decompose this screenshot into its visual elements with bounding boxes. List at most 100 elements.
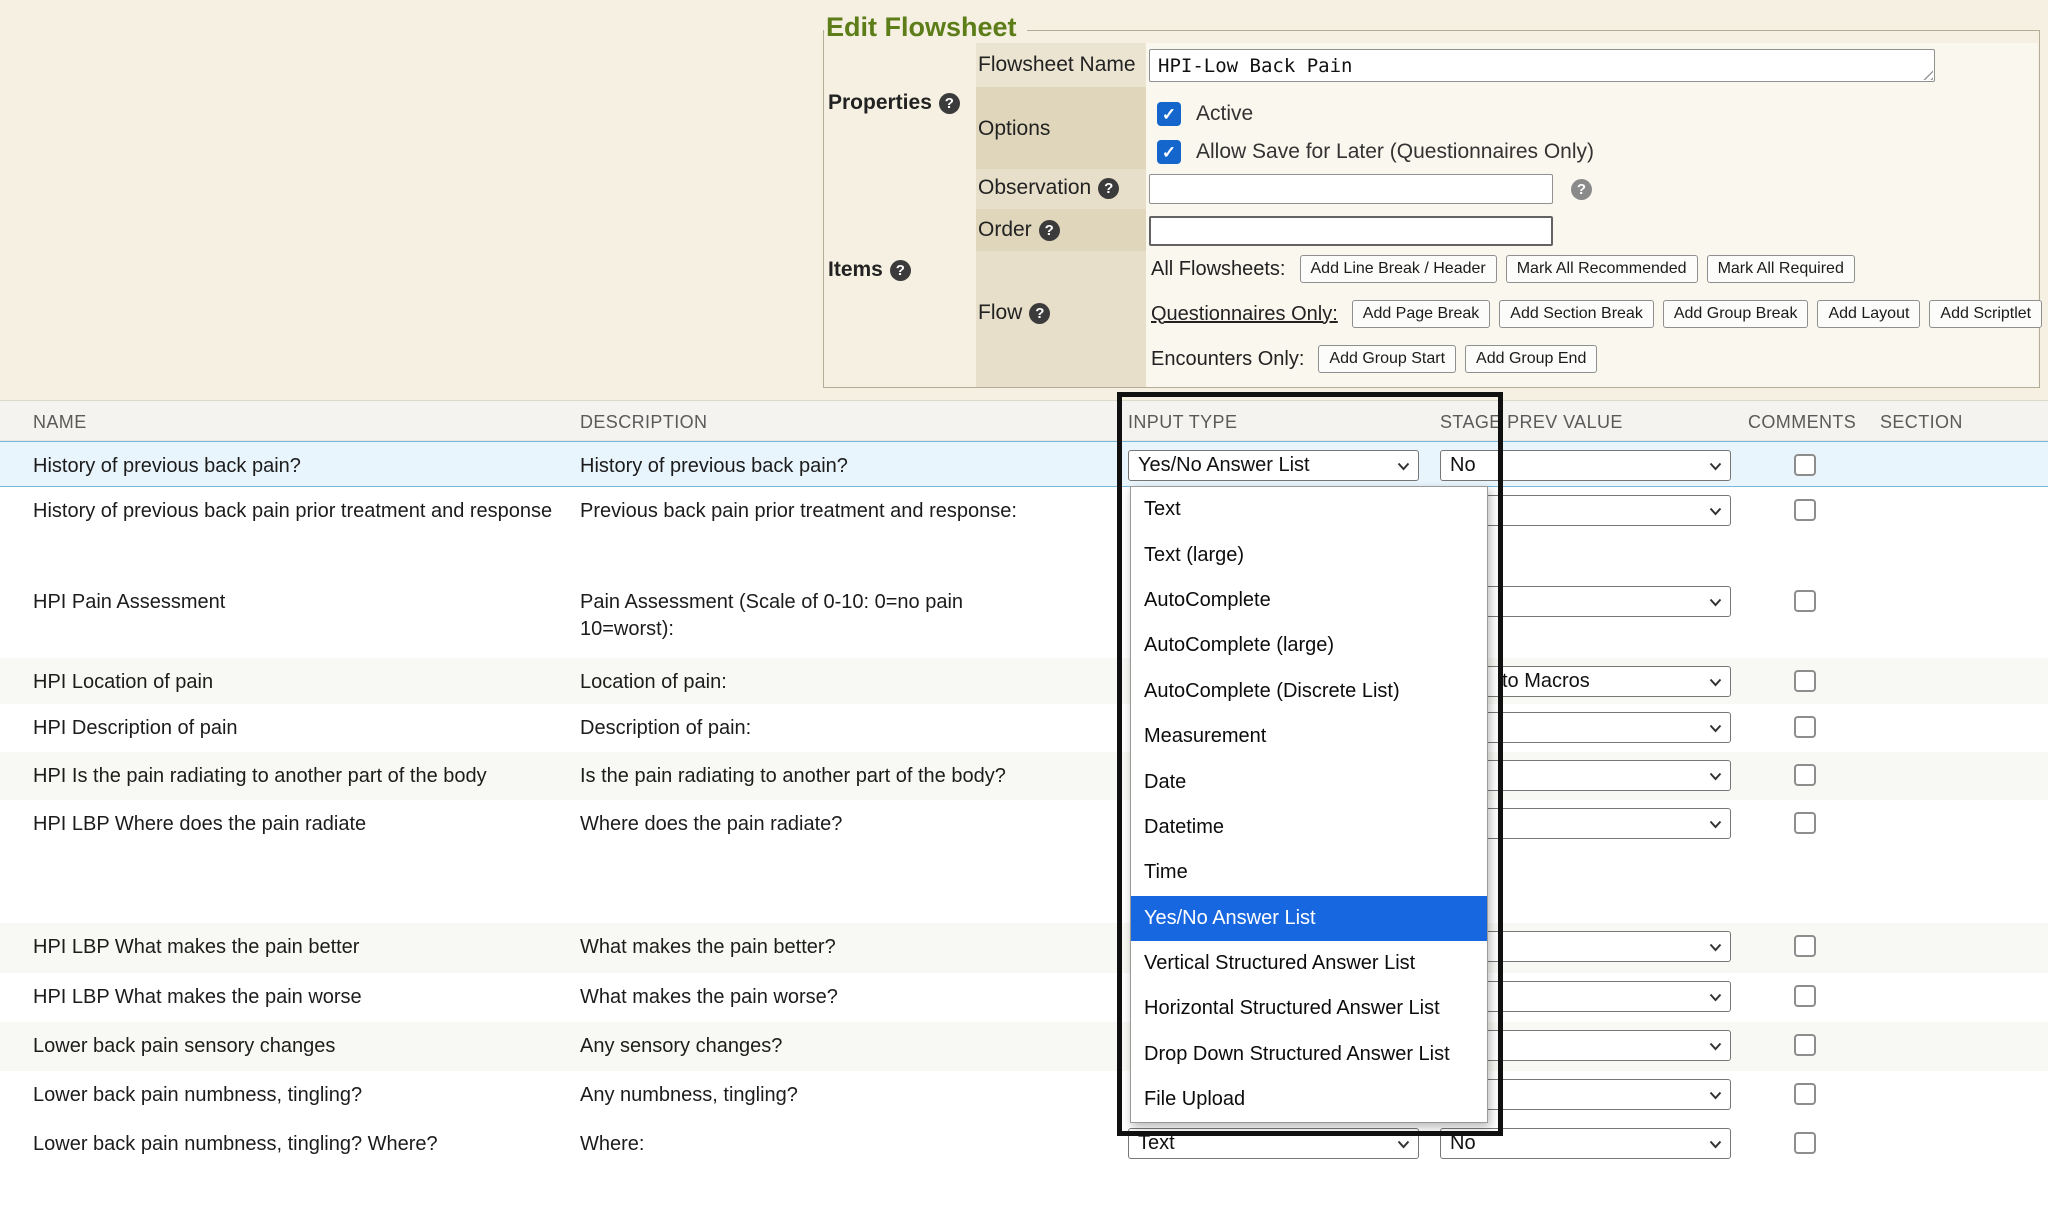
input-type-value: Text: [1138, 1132, 1175, 1155]
observation-input[interactable]: [1149, 174, 1553, 204]
check-icon: ✓: [1162, 144, 1176, 161]
add-scriptlet-button[interactable]: Add Scriptlet: [1929, 300, 2042, 328]
row-name: HPI LBP What makes the pain worse: [33, 984, 553, 1011]
input-type-select[interactable]: Text: [1128, 1128, 1419, 1159]
comments-checkbox[interactable]: [1794, 716, 1816, 738]
input-type-select[interactable]: Yes/No Answer List: [1128, 450, 1419, 481]
chevron-down-icon: [1397, 462, 1410, 471]
flowsheet-name-label: Flowsheet Name: [978, 53, 1136, 77]
help-icon[interactable]: ?: [1571, 179, 1592, 200]
chevron-down-icon: [1709, 507, 1722, 516]
flow-label: Flow ?: [978, 301, 1050, 325]
row-description: What makes the pain worse?: [580, 984, 1120, 1011]
items-label-text: Items: [828, 258, 883, 282]
dropdown-option-datetime[interactable]: Datetime: [1131, 805, 1487, 850]
chevron-down-icon: [1709, 943, 1722, 952]
active-checkbox-label: Active: [1196, 102, 1253, 126]
comments-checkbox[interactable]: [1794, 1132, 1816, 1154]
row-description: Any numbness, tingling?: [580, 1082, 1120, 1109]
row-name: Lower back pain sensory changes: [33, 1033, 553, 1060]
dropdown-option-horizontal-structured-answer-list[interactable]: Horizontal Structured Answer List: [1131, 986, 1487, 1031]
edit-flowsheet-panel: Edit Flowsheet Properties ? Items ? Flow…: [823, 30, 2040, 388]
comments-checkbox[interactable]: [1794, 985, 1816, 1007]
dropdown-option-autocomplete-discrete-list[interactable]: AutoComplete (Discrete List): [1131, 669, 1487, 714]
row-description: Where does the pain radiate?: [580, 811, 1120, 838]
comments-checkbox[interactable]: [1794, 590, 1816, 612]
row-name: Lower back pain numbness, tingling?: [33, 1082, 553, 1109]
row-name: HPI Location of pain: [33, 669, 553, 696]
items-section-label: Items ?: [828, 258, 911, 282]
flowsheet-name-input[interactable]: [1149, 49, 1935, 82]
help-icon[interactable]: ?: [939, 93, 960, 114]
comments-checkbox[interactable]: [1794, 812, 1816, 834]
help-icon[interactable]: ?: [1029, 303, 1050, 324]
chevron-down-icon: [1709, 1140, 1722, 1149]
table-row: History of previous back pain prior trea…: [0, 487, 2048, 578]
field-label-text: Flow: [978, 301, 1022, 325]
help-icon[interactable]: ?: [890, 260, 911, 281]
row-name: HPI Is the pain radiating to another par…: [33, 763, 553, 790]
dropdown-option-vertical-structured-answer-list[interactable]: Vertical Structured Answer List: [1131, 941, 1487, 986]
flow-group-questionnaires-only: Questionnaires Only: Add Page Break Add Se…: [1151, 299, 2042, 329]
comments-checkbox[interactable]: [1794, 935, 1816, 957]
table-row: Lower back pain numbness, tingling? Wher…: [0, 1120, 2048, 1169]
comments-checkbox[interactable]: [1794, 670, 1816, 692]
stage-prev-value-select[interactable]: No: [1440, 1128, 1731, 1159]
row-description: Previous back pain prior treatment and r…: [580, 498, 1120, 525]
dropdown-option-time[interactable]: Time: [1131, 850, 1487, 895]
field-label-text: Observation: [978, 176, 1091, 200]
add-group-end-button[interactable]: Add Group End: [1465, 345, 1597, 373]
chevron-down-icon: [1709, 462, 1722, 471]
table-row: Lower back pain sensory changesAny senso…: [0, 1022, 2048, 1071]
dropdown-option-measurement[interactable]: Measurement: [1131, 714, 1487, 759]
order-input[interactable]: [1149, 216, 1553, 246]
dropdown-option-yes-no-answer-list[interactable]: Yes/No Answer List: [1131, 896, 1487, 941]
observation-label: Observation ?: [978, 176, 1119, 200]
comments-checkbox[interactable]: [1794, 499, 1816, 521]
stage-prev-value-select[interactable]: No: [1440, 450, 1731, 481]
mark-all-required-button[interactable]: Mark All Required: [1707, 255, 1855, 283]
row-description: Description of pain:: [580, 715, 1120, 742]
row-name: History of previous back pain prior trea…: [33, 498, 553, 525]
options-label: Options: [978, 117, 1050, 141]
chevron-down-icon: [1709, 772, 1722, 781]
chevron-down-icon: [1709, 678, 1722, 687]
comments-checkbox[interactable]: [1794, 1034, 1816, 1056]
help-icon[interactable]: ?: [1039, 220, 1060, 241]
dropdown-option-date[interactable]: Date: [1131, 759, 1487, 804]
chevron-down-icon: [1709, 598, 1722, 607]
field-label-text: Options: [978, 117, 1050, 141]
add-group-start-button[interactable]: Add Group Start: [1318, 345, 1456, 373]
dropdown-option-text-large[interactable]: Text (large): [1131, 532, 1487, 577]
order-label: Order ?: [978, 218, 1060, 242]
add-layout-button[interactable]: Add Layout: [1817, 300, 1920, 328]
flow-group-label: Questionnaires Only:: [1151, 303, 1338, 326]
comments-checkbox[interactable]: [1794, 764, 1816, 786]
add-line-break-header-button[interactable]: Add Line Break / Header: [1300, 255, 1497, 283]
table-row: HPI LBP What makes the pain betterWhat m…: [0, 923, 2048, 973]
table-row: History of previous back pain?History of…: [0, 441, 2048, 487]
dropdown-option-drop-down-structured-answer-list[interactable]: Drop Down Structured Answer List: [1131, 1032, 1487, 1077]
chevron-down-icon: [1709, 993, 1722, 1002]
dropdown-option-text[interactable]: Text: [1131, 487, 1487, 532]
table-row: HPI LBP What makes the pain worse What ma…: [0, 973, 2048, 1022]
mark-all-recommended-button[interactable]: Mark All Recommended: [1506, 255, 1698, 283]
add-section-break-button[interactable]: Add Section Break: [1499, 300, 1654, 328]
allow-save-for-later-checkbox[interactable]: ✓: [1157, 140, 1181, 164]
active-checkbox[interactable]: ✓: [1157, 102, 1181, 126]
row-description: What makes the pain better?: [580, 934, 1120, 961]
help-icon[interactable]: ?: [1098, 178, 1119, 199]
add-page-break-button[interactable]: Add Page Break: [1352, 300, 1491, 328]
dropdown-option-file-upload[interactable]: File Upload: [1131, 1077, 1487, 1122]
comments-checkbox[interactable]: [1794, 454, 1816, 476]
column-header-description: DESCRIPTION: [580, 412, 707, 433]
add-group-break-button[interactable]: Add Group Break: [1663, 300, 1809, 328]
dropdown-option-autocomplete-large[interactable]: AutoComplete (large): [1131, 623, 1487, 668]
column-header-name: NAME: [33, 412, 87, 433]
flow-group-label: Encounters Only:: [1151, 348, 1304, 371]
comments-checkbox[interactable]: [1794, 1083, 1816, 1105]
flow-group-label: All Flowsheets:: [1151, 258, 1286, 281]
dropdown-option-autocomplete[interactable]: AutoComplete: [1131, 578, 1487, 623]
row-name: HPI Pain Assessment: [33, 589, 553, 616]
row-name: Lower back pain numbness, tingling? Wher…: [33, 1131, 553, 1158]
